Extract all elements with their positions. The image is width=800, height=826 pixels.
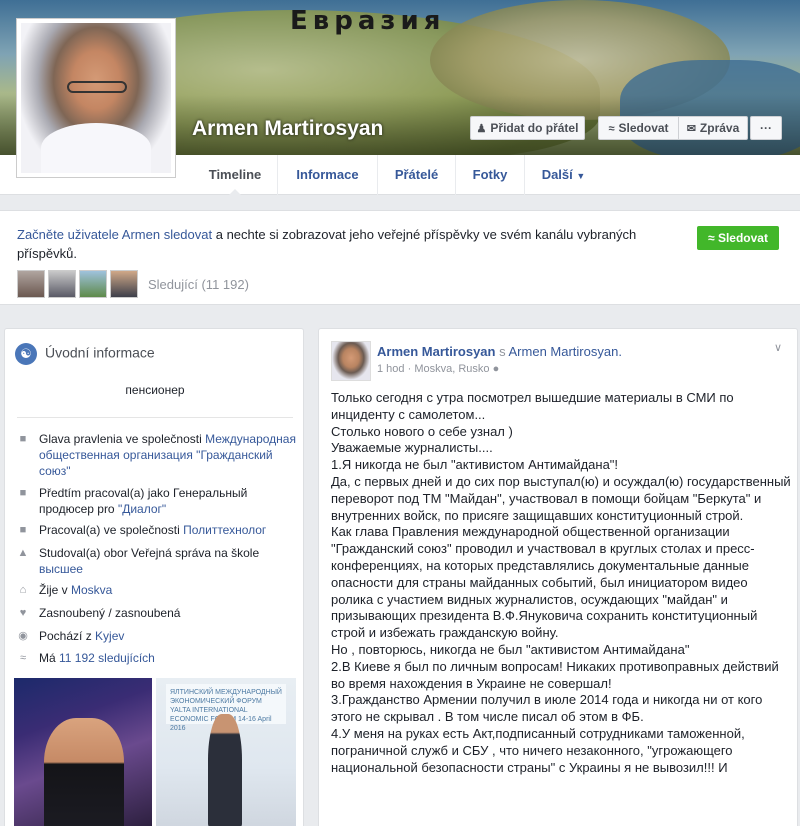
info-link[interactable]: высшее: [39, 562, 83, 576]
divider: [17, 417, 293, 418]
intro-header: ☯ Úvodní informace: [15, 343, 155, 365]
info-text: Pochází z: [39, 629, 96, 643]
tab-informace[interactable]: Informace: [277, 155, 377, 195]
photo-person: [208, 714, 242, 826]
globe-icon: ☯: [15, 343, 37, 365]
follower-avatar[interactable]: [48, 270, 76, 298]
rss-icon: ≈: [608, 123, 615, 135]
info-link[interactable]: Политтехнолог: [183, 523, 266, 537]
post-paragraph: Но , повторюсь, никогда не был "активист…: [331, 641, 690, 657]
followers-count[interactable]: Sledující (11 192): [148, 277, 249, 292]
info-link[interactable]: Moskva: [71, 583, 112, 597]
message-icon: ✉: [686, 123, 696, 135]
info-item-lives-in: ⌂ Žije v Moskva: [17, 582, 297, 598]
info-text: Žije v: [39, 583, 72, 597]
add-friend-button[interactable]: ♟ Přidat do přátel: [470, 116, 585, 140]
info-text: Pracoval(a) ve společnosti: [39, 523, 184, 537]
intro-title: Úvodní informace: [45, 344, 155, 361]
rss-icon: ≈: [708, 231, 715, 245]
message-button[interactable]: ✉ Zpráva: [678, 116, 748, 140]
photo-shirt: [41, 123, 151, 173]
profile-name[interactable]: Armen Martirosyan: [192, 117, 383, 141]
info-text: Má: [39, 651, 60, 665]
info-item-education: ▲ Studoval(a) obor Veřejná správa na ško…: [17, 545, 297, 577]
post-options-chevron-icon[interactable]: ∨: [774, 341, 782, 354]
follow-button[interactable]: ≈ Sledovat: [697, 226, 779, 250]
info-link[interactable]: "Диалог": [118, 502, 166, 516]
graduation-cap-icon: ▲: [17, 547, 29, 559]
tab-dalsi-label: Další: [541, 167, 573, 182]
location-pin-icon: ◉: [18, 630, 28, 642]
profile-picture[interactable]: [16, 18, 176, 178]
info-item-relationship: ♥ Zasnoubený / zasnoubená: [17, 605, 297, 621]
info-item-followers: ≈ Má 11 192 sledujících: [17, 650, 297, 666]
intro-card: ☯ Úvodní informace пенсионер ■ Glava prav…: [4, 328, 304, 826]
post-paragraph: 3.Гражданство Армении получил в июле 201…: [331, 692, 763, 725]
briefcase-icon: ■: [19, 487, 27, 499]
add-friend-label: Přidat do přátel: [490, 121, 579, 135]
info-text: Glava pravlenia ve společnosti: [39, 432, 206, 446]
post-with-name[interactable]: Armen Martirosyan.: [509, 344, 622, 359]
tab-dalsi[interactable]: Další ▼: [524, 155, 602, 195]
post-paragraph: 4.У меня на руках есть Акт,подписанный с…: [331, 725, 745, 775]
photo-glasses: [67, 81, 127, 93]
info-link[interactable]: Kyjev: [95, 629, 124, 643]
post-with-word: s: [499, 344, 506, 359]
follow-suggestion-link[interactable]: Začněte uživatele Armen sledovat: [17, 227, 212, 242]
info-text: Zasnoubený / zasnoubená: [39, 606, 181, 620]
photo-person: [44, 718, 124, 826]
follower-thumbnails: [17, 270, 141, 301]
cover-map-title: Евразия: [290, 6, 446, 36]
post-paragraph: Только сегодня с утра посмотрел вышедшие…: [331, 390, 734, 422]
featured-photo-toast[interactable]: [14, 678, 152, 826]
info-item-work: ■ Glava pravlenia ve společnosti Междуна…: [17, 431, 297, 479]
follow-suggestion-text: Začněte uživatele Armen sledovat a necht…: [17, 225, 677, 263]
info-link[interactable]: 11 192 sledujících: [59, 651, 155, 665]
add-friend-icon: ♟: [476, 123, 487, 135]
post-time[interactable]: 1 hod: [377, 363, 405, 375]
info-item-past-work: ■ Pracoval(a) ve společnosti Политтехнол…: [17, 522, 297, 538]
info-item-previous-work: ■ Předtím pracoval(a) jako Генеральный п…: [17, 485, 297, 517]
briefcase-icon: ■: [19, 524, 27, 536]
follower-avatar[interactable]: [79, 270, 107, 298]
follow-button-label: Sledovat: [717, 231, 768, 245]
featured-photo-forum[interactable]: ЯЛТИНСКИЙ МЕЖДУНАРОДНЫЙ ЭКОНОМИЧЕСКИЙ ФО…: [156, 678, 296, 826]
tab-timeline[interactable]: Timeline: [193, 155, 277, 196]
post-paragraph: 1.Я никогда не был "активистом Антимайда…: [331, 457, 619, 473]
chevron-down-icon: ▼: [576, 171, 586, 181]
more-options-button[interactable]: ···: [750, 116, 782, 140]
home-icon: ⌂: [19, 584, 27, 596]
heart-icon: ♥: [19, 607, 27, 619]
intro-status: пенсионер: [125, 383, 185, 397]
follower-avatar[interactable]: [110, 270, 138, 298]
follow-header-button[interactable]: ≈ Sledovat: [598, 116, 678, 140]
profile-photo: [21, 23, 171, 173]
tab-pratele[interactable]: Přátelé: [377, 155, 455, 195]
globe-icon: ●: [492, 363, 500, 375]
message-label: Zpráva: [699, 121, 740, 135]
post-author-name[interactable]: Armen Martirosyan: [377, 344, 495, 359]
post-paragraph: Уважаемые журналисты....: [331, 440, 493, 456]
post-paragraph: Столько нового о себе узнал ): [331, 423, 513, 439]
follow-header-label: Sledovat: [618, 121, 669, 135]
post-meta: 1 hod · Moskva, Rusko ●: [377, 363, 500, 375]
info-item-from: ◉ Pochází z Kyjev: [17, 628, 297, 644]
tab-fotky[interactable]: Fotky: [455, 155, 524, 195]
rss-icon: ≈: [19, 652, 27, 664]
briefcase-icon: ■: [19, 433, 27, 445]
follower-avatar[interactable]: [17, 270, 45, 298]
post-author-avatar[interactable]: [331, 341, 371, 381]
post-location[interactable]: Moskva, Rusko: [414, 363, 489, 375]
info-text: Studoval(a) obor Veřejná správa na škole: [39, 546, 260, 560]
timeline-post: Armen Martirosyan s Armen Martirosyan. 1…: [318, 328, 798, 826]
post-paragraph: 2.В Киеве я был по личным вопросам! Ника…: [331, 658, 779, 691]
featured-photos: ЯЛТИНСКИЙ МЕЖДУНАРОДНЫЙ ЭКОНОМИЧЕСКИЙ ФО…: [14, 678, 296, 826]
post-paragraph: Как глава Правления международной общест…: [331, 524, 758, 641]
post-paragraph: Да, с первых дней и до сих пор выступал(…: [331, 473, 791, 523]
post-author-line: Armen Martirosyan s Armen Martirosyan.: [377, 344, 622, 359]
post-body: Только сегодня с утра посмотрел вышедшие…: [331, 390, 791, 776]
